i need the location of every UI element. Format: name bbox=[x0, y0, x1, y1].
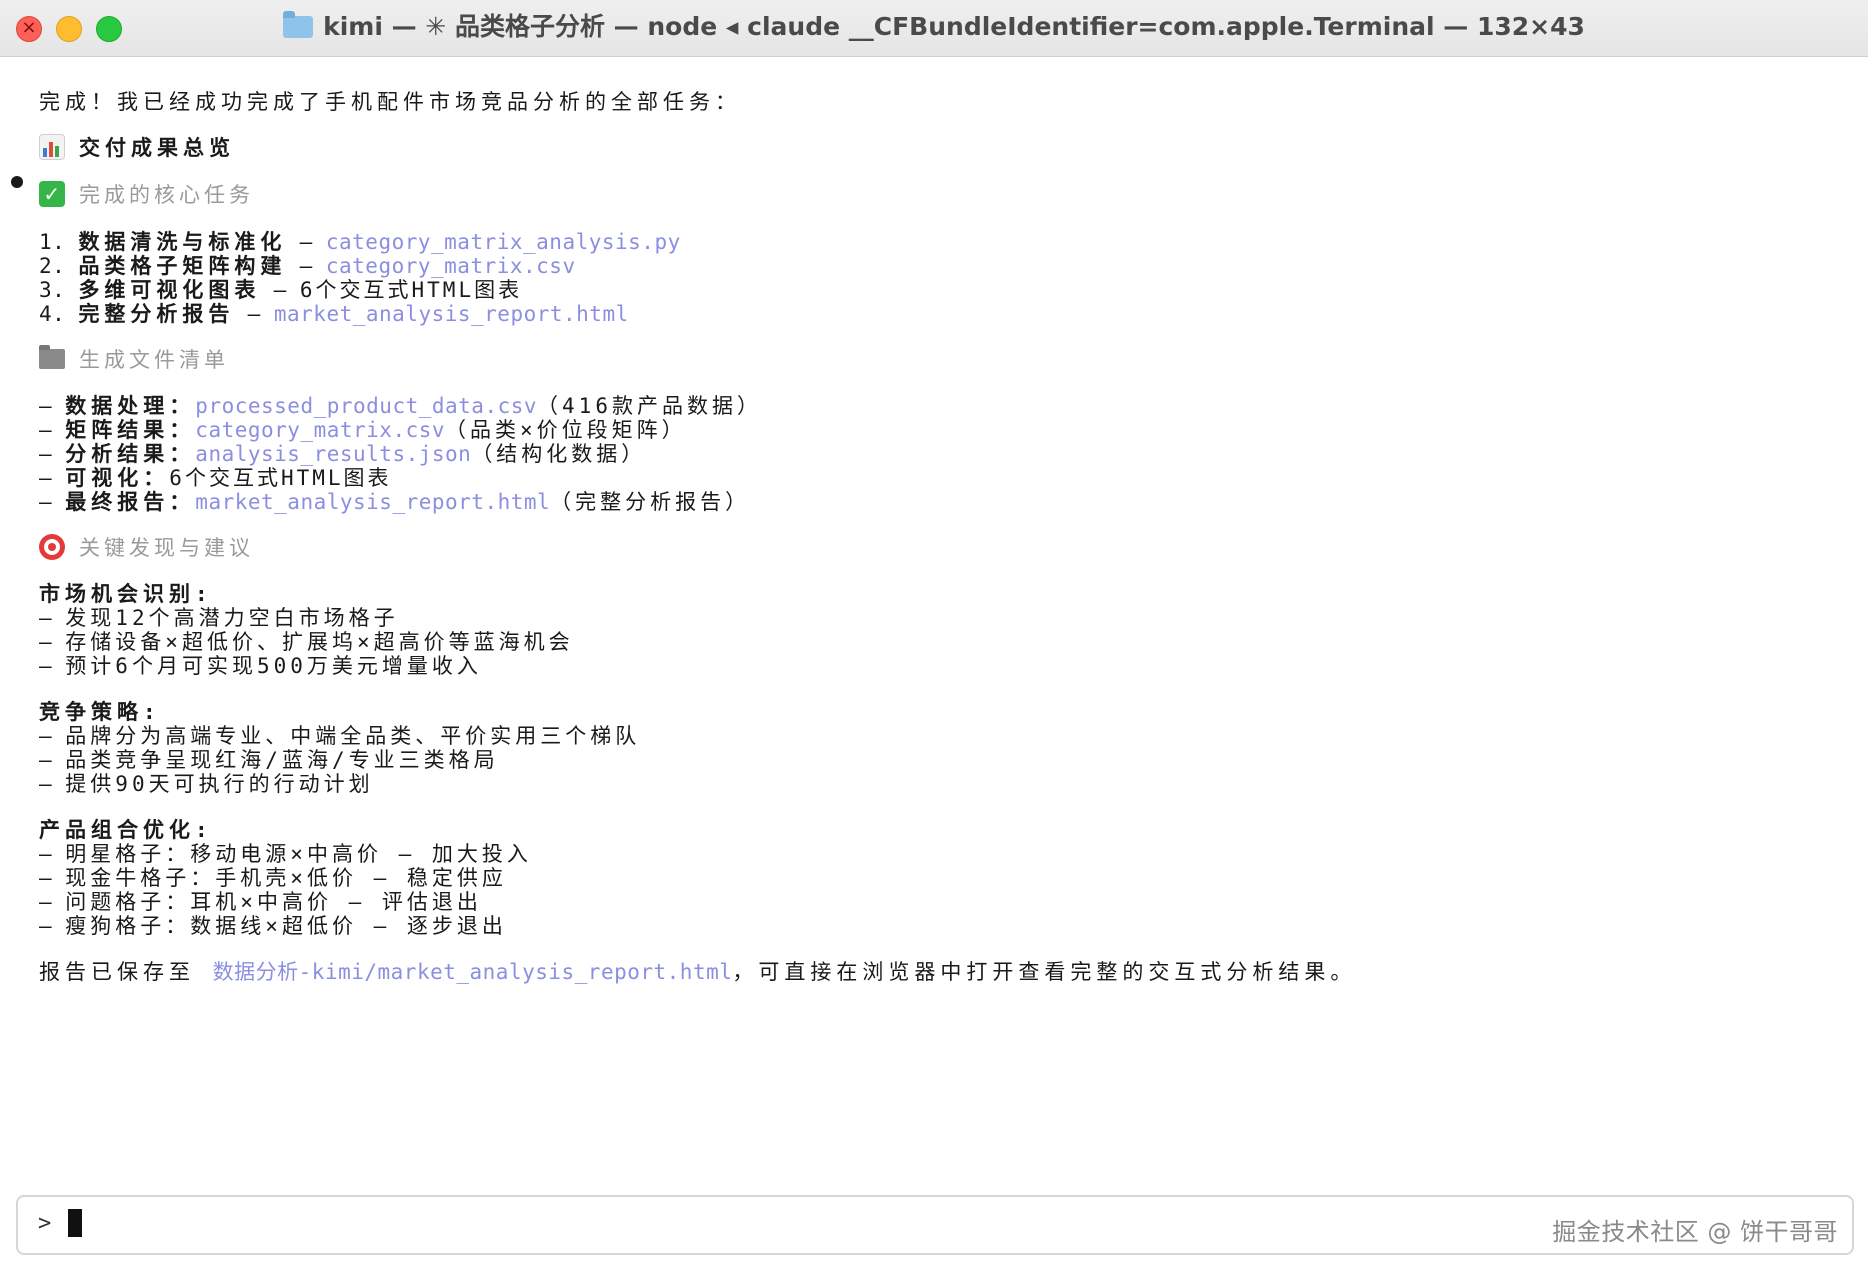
overview-heading-line: 交付成果总览 bbox=[39, 134, 235, 162]
section-colon: : bbox=[195, 818, 209, 842]
file-link[interactable]: category_matrix.csv bbox=[195, 418, 445, 442]
watermark: 掘金技术社区 @ 饼干哥哥 bbox=[1552, 1218, 1838, 1246]
file-note: （结构化数据） bbox=[471, 442, 647, 466]
target-icon bbox=[39, 534, 65, 560]
list-dash: – bbox=[39, 490, 66, 514]
list-dash: – bbox=[39, 418, 66, 442]
closing-suffix: ，可直接在浏览器中打开查看完整的交互式分析结果。 bbox=[732, 960, 1357, 984]
task-detail: 6个交互式HTML图表 bbox=[299, 278, 523, 302]
list-dash: – bbox=[39, 914, 66, 938]
list-dash: – bbox=[39, 466, 66, 490]
bullet-icon bbox=[11, 176, 23, 188]
list-dash: – bbox=[39, 724, 66, 748]
section-item-text: 明星格子：移动电源×中高价 – 加大投入 bbox=[65, 842, 532, 866]
section-item-text: 品牌分为高端专业、中端全品类、平价实用三个梯队 bbox=[65, 724, 641, 748]
section-item-text: 提供90天可执行的行动计划 bbox=[65, 772, 374, 796]
section-item-text: 现金牛格子：手机壳×低价 – 稳定供应 bbox=[65, 866, 507, 890]
list-dash: – bbox=[39, 442, 66, 466]
section-colon: : bbox=[195, 582, 209, 606]
prompt-symbol: > bbox=[38, 1211, 52, 1236]
closing-prefix: 报告已保存至 bbox=[39, 960, 213, 984]
list-dash: – bbox=[39, 842, 66, 866]
window-title-row: kimi — ✳ 品类格子分析 — node ◂ claude __CFBund… bbox=[0, 0, 1868, 56]
file-label: 可视化： bbox=[65, 466, 170, 490]
task-title: 品类格子矩阵构建 bbox=[78, 254, 287, 278]
files-heading: 生成文件清单 bbox=[79, 348, 229, 372]
section-item-text: 问题格子：耳机×中高价 – 评估退出 bbox=[65, 890, 482, 914]
folder-icon bbox=[39, 345, 65, 369]
folder-icon bbox=[283, 11, 314, 38]
section-colon: : bbox=[143, 700, 157, 724]
file-label: 最终报告： bbox=[65, 490, 196, 514]
file-line: – 最终报告：market_analysis_report.html（完整分析报… bbox=[39, 488, 750, 516]
task-separator: – bbox=[234, 302, 274, 326]
files-heading-line: 生成文件清单 bbox=[39, 345, 229, 374]
list-dash: – bbox=[39, 654, 66, 678]
file-note: （416款产品数据） bbox=[537, 394, 762, 418]
terminal-output: 完成！我已经成功完成了手机配件市场竞品分析的全部任务： 交付成果总览 完成的核心… bbox=[0, 78, 1868, 1188]
list-dash: – bbox=[39, 606, 66, 630]
task-number: 3. bbox=[39, 278, 79, 302]
file-note: （品类×价位段矩阵） bbox=[445, 418, 687, 442]
section-item-text: 存储设备×超低价、扩展坞×超高价等蓝海机会 bbox=[65, 630, 574, 654]
list-dash: – bbox=[39, 748, 66, 772]
bar-chart-icon bbox=[39, 134, 65, 160]
list-dash: – bbox=[39, 890, 66, 914]
list-dash: – bbox=[39, 630, 66, 654]
task-line: 4. 完整分析报告 – market_analysis_report.html bbox=[39, 300, 629, 328]
closing-line: 报告已保存至 数据分析-kimi/market_analysis_report.… bbox=[39, 958, 1356, 986]
core-tasks-heading-line: 完成的核心任务 bbox=[39, 181, 254, 209]
file-link[interactable]: market_analysis_report.html bbox=[195, 490, 550, 514]
list-dash: – bbox=[39, 394, 66, 418]
task-title: 完整分析报告 bbox=[78, 302, 235, 326]
file-label: 矩阵结果： bbox=[65, 418, 196, 442]
section-title: 市场机会识别 bbox=[39, 582, 195, 606]
section-item-text: 发现12个高潜力空白市场格子 bbox=[65, 606, 399, 630]
task-title: 数据清洗与标准化 bbox=[78, 230, 287, 254]
section-item: – 瘦狗格子：数据线×超低价 – 逐步退出 bbox=[39, 912, 507, 940]
intro-line: 完成！我已经成功完成了手机配件市场竞品分析的全部任务： bbox=[39, 88, 741, 116]
findings-heading-line: 关键发现与建议 bbox=[39, 534, 254, 562]
overview-heading: 交付成果总览 bbox=[79, 136, 235, 160]
task-file-link[interactable]: market_analysis_report.html bbox=[274, 302, 629, 326]
file-value: 6个交互式HTML图表 bbox=[169, 466, 392, 490]
file-link[interactable]: analysis_results.json bbox=[195, 442, 471, 466]
section-item-text: 预计6个月可实现500万美元增量收入 bbox=[65, 654, 482, 678]
task-file-link[interactable]: category_matrix.csv bbox=[326, 254, 576, 278]
section-title: 产品组合优化 bbox=[39, 818, 195, 842]
core-tasks-heading: 完成的核心任务 bbox=[79, 183, 254, 207]
task-number: 2. bbox=[39, 254, 79, 278]
list-dash: – bbox=[39, 866, 66, 890]
file-label: 数据处理： bbox=[65, 394, 196, 418]
terminal-window: kimi — ✳ 品类格子分析 — node ◂ claude __CFBund… bbox=[0, 0, 1868, 1276]
list-dash: – bbox=[39, 772, 66, 796]
check-mark-icon bbox=[39, 181, 65, 207]
file-link[interactable]: processed_product_data.csv bbox=[195, 394, 537, 418]
section-item-text: 品类竞争呈现红海/蓝海/专业三类格局 bbox=[65, 748, 499, 772]
task-number: 1. bbox=[39, 230, 79, 254]
task-separator: – bbox=[286, 254, 326, 278]
report-path-link[interactable]: 数据分析-kimi/market_analysis_report.html bbox=[213, 960, 733, 984]
findings-heading: 关键发现与建议 bbox=[79, 536, 254, 560]
text-cursor bbox=[68, 1209, 82, 1237]
file-note: （完整分析报告） bbox=[550, 490, 751, 514]
section-item: – 提供90天可执行的行动计划 bbox=[39, 770, 374, 798]
section-title: 竞争策略 bbox=[39, 700, 143, 724]
task-file-link[interactable]: category_matrix_analysis.py bbox=[326, 230, 681, 254]
task-number: 4. bbox=[39, 302, 79, 326]
window-title: kimi — ✳ 品类格子分析 — node ◂ claude __CFBund… bbox=[323, 12, 1585, 41]
section-item-text: 瘦狗格子：数据线×超低价 – 逐步退出 bbox=[65, 914, 507, 938]
task-separator: – bbox=[286, 230, 326, 254]
intro-text: 完成！我已经成功完成了手机配件市场竞品分析的全部任务： bbox=[39, 90, 741, 114]
task-separator: – bbox=[260, 278, 300, 302]
task-title: 多维可视化图表 bbox=[78, 278, 261, 302]
file-label: 分析结果： bbox=[65, 442, 196, 466]
section-item: – 预计6个月可实现500万美元增量收入 bbox=[39, 652, 482, 680]
title-bar[interactable]: kimi — ✳ 品类格子分析 — node ◂ claude __CFBund… bbox=[0, 0, 1868, 57]
